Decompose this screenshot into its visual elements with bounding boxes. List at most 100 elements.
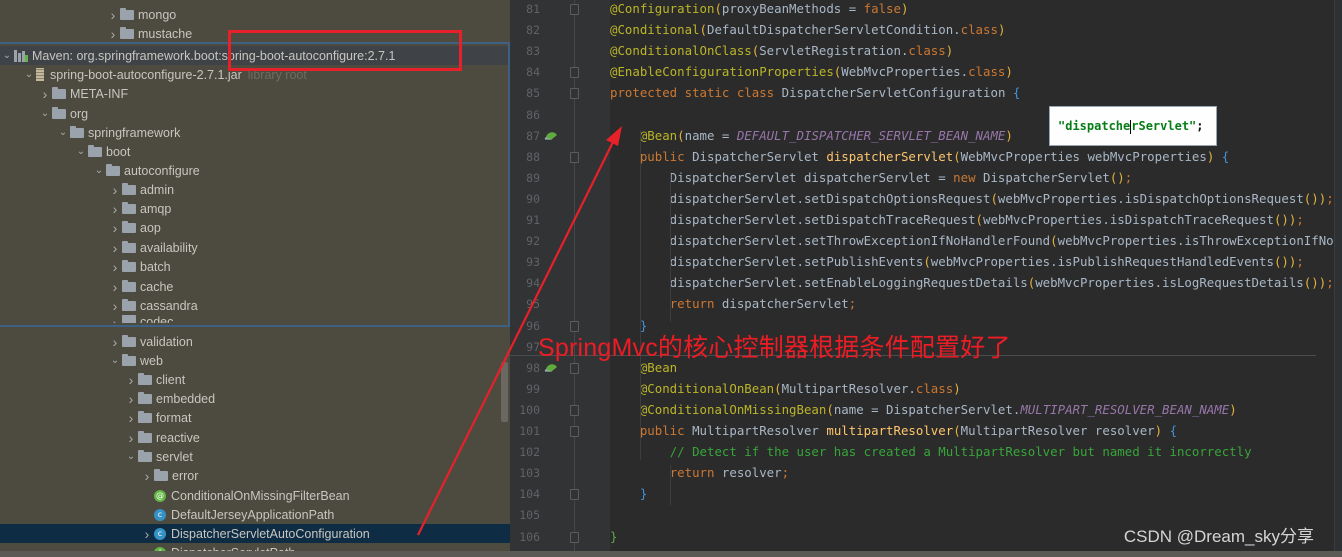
- code-line[interactable]: dispatcherServlet.setDispatchTraceReques…: [610, 209, 1304, 230]
- chevron-right-icon[interactable]: ›: [124, 410, 138, 426]
- tree-item[interactable]: › cache: [0, 277, 510, 296]
- chevron-right-icon[interactable]: ›: [38, 86, 52, 102]
- tree-item[interactable]: › client: [0, 370, 510, 389]
- code-line[interactable]: @ConditionalOnMissingBean(name = Dispatc…: [610, 399, 1237, 420]
- tree-item[interactable]: › amqp: [0, 199, 510, 218]
- tree-item-label: embedded: [156, 391, 216, 406]
- chevron-right-icon[interactable]: ›: [108, 240, 122, 256]
- code-line[interactable]: dispatcherServlet.setPublishEvents(webMv…: [610, 251, 1304, 272]
- code-line[interactable]: dispatcherServlet.setEnableLoggingReques…: [610, 272, 1334, 293]
- chevron-right-icon[interactable]: ›: [106, 26, 120, 42]
- tree-item[interactable]: › reactive: [0, 428, 510, 447]
- indent-guide: [640, 130, 641, 460]
- chevron-right-icon[interactable]: ›: [124, 391, 138, 407]
- code-line[interactable]: @EnableConfigurationProperties(WebMvcPro…: [610, 61, 1013, 82]
- chevron-right-icon[interactable]: ›: [108, 334, 122, 350]
- editor-scrollbar[interactable]: [1334, 0, 1342, 557]
- chevron-right-icon[interactable]: ›: [140, 526, 154, 542]
- tree-item[interactable]: › batch: [0, 257, 510, 276]
- code-line[interactable]: return dispatcherServlet;: [610, 293, 857, 314]
- tree-item[interactable]: ⌄ boot: [0, 142, 510, 161]
- code-line[interactable]: }: [610, 526, 617, 547]
- chevron-down-icon[interactable]: ⌄: [124, 451, 138, 462]
- code-line[interactable]: // Detect if the user has created a Mult…: [610, 441, 1252, 462]
- tree-item[interactable]: › codec: [0, 315, 510, 323]
- tree-item[interactable]: › c DispatcherServletAutoConfiguration: [0, 524, 510, 543]
- tree-item[interactable]: ⌄ springframework: [0, 123, 510, 142]
- line-number: 95: [526, 297, 540, 312]
- folder-icon: [52, 106, 66, 119]
- tree-item[interactable]: ⌄ servlet: [0, 447, 510, 466]
- fold-marker-icon[interactable]: [570, 404, 579, 416]
- code-line[interactable]: public DispatcherServlet dispatcherServl…: [610, 146, 1229, 167]
- code-line[interactable]: dispatcherServlet.setDispatchOptionsRequ…: [610, 188, 1334, 209]
- tree-item[interactable]: › mongo: [0, 5, 510, 24]
- code-line[interactable]: @ConditionalOnBean(MultipartResolver.cla…: [610, 378, 961, 399]
- line-number: 101: [519, 424, 540, 438]
- tree-item[interactable]: › format: [0, 408, 510, 427]
- chevron-down-icon[interactable]: ⌄: [108, 355, 122, 366]
- tree-scrollbar[interactable]: [501, 362, 508, 422]
- tree-item[interactable]: › aop: [0, 218, 510, 237]
- tree-item[interactable]: › availability: [0, 238, 510, 257]
- tree-item[interactable]: › admin: [0, 180, 510, 199]
- code-line[interactable]: }: [610, 483, 647, 504]
- line-number: 82: [526, 23, 540, 38]
- fold-marker-icon[interactable]: [570, 67, 579, 79]
- code-line[interactable]: protected static class DispatcherServlet…: [610, 82, 1020, 103]
- chevron-right-icon[interactable]: ›: [108, 298, 122, 314]
- tree-item[interactable]: c DefaultJerseyApplicationPath: [0, 505, 510, 524]
- code-editor[interactable]: 81 82 83 84 85 86 87 88 89 90 91 92 93 94 95 96 97 98 99 10…: [510, 0, 1342, 557]
- fold-marker-icon[interactable]: [570, 4, 579, 15]
- fold-marker-icon[interactable]: [570, 489, 579, 501]
- chevron-right-icon[interactable]: ›: [108, 315, 122, 323]
- chevron-down-icon[interactable]: ⌄: [22, 69, 36, 80]
- chevron-right-icon[interactable]: ›: [108, 182, 122, 198]
- code-line[interactable]: dispatcherServlet.setThrowExceptionIfNoH…: [610, 230, 1342, 251]
- fold-marker-icon[interactable]: [570, 531, 579, 543]
- chevron-right-icon[interactable]: ›: [124, 372, 138, 388]
- code-line[interactable]: DispatcherServlet dispatcherServlet = ne…: [610, 167, 1133, 188]
- folder-icon: [122, 279, 136, 292]
- code-line[interactable]: @Bean(name = DEFAULT_DISPATCHER_SERVLET_…: [610, 125, 1013, 146]
- chevron-down-icon[interactable]: ⌄: [74, 146, 88, 157]
- code-line[interactable]: @ConditionalOnClass(ServletRegistration.…: [610, 40, 953, 61]
- fold-marker-icon[interactable]: [570, 426, 579, 437]
- folder-icon: [52, 86, 66, 99]
- chevron-right-icon[interactable]: ›: [108, 220, 122, 236]
- chevron-down-icon[interactable]: ⌄: [92, 165, 106, 176]
- code-line[interactable]: public MultipartResolver multipartResolv…: [610, 420, 1177, 441]
- spring-bean-icon[interactable]: [544, 130, 558, 142]
- chevron-down-icon[interactable]: ⌄: [56, 127, 70, 138]
- fold-marker-icon[interactable]: [570, 151, 579, 163]
- code-line[interactable]: return resolver;: [610, 462, 789, 483]
- chevron-right-icon[interactable]: ›: [108, 279, 122, 295]
- folder-icon: [120, 26, 134, 39]
- tree-item[interactable]: ⌄ org: [0, 104, 510, 123]
- chevron-right-icon[interactable]: ›: [106, 7, 120, 23]
- fold-marker-icon[interactable]: [570, 88, 579, 100]
- tree-item[interactable]: ⌄ autoconfigure: [0, 161, 510, 180]
- popup-value-pre: "dispatche: [1058, 119, 1131, 133]
- tree-item[interactable]: › error: [0, 466, 510, 485]
- tree-item-label: aop: [140, 220, 161, 235]
- line-number: 93: [526, 255, 540, 270]
- line-number: 98: [526, 360, 540, 375]
- tree-item[interactable]: › META-INF: [0, 84, 510, 103]
- code-line[interactable]: @Configuration(proxyBeanMethods = false): [610, 0, 908, 19]
- fold-marker-icon[interactable]: [570, 362, 579, 374]
- tree-item[interactable]: › embedded: [0, 389, 510, 408]
- line-number: 102: [519, 445, 540, 460]
- chevron-down-icon[interactable]: ⌄: [0, 50, 14, 61]
- chevron-right-icon[interactable]: ›: [108, 201, 122, 217]
- chevron-right-icon[interactable]: ›: [124, 430, 138, 446]
- chevron-right-icon[interactable]: ›: [108, 259, 122, 275]
- tree-item[interactable]: › cassandra: [0, 296, 510, 315]
- tree-item[interactable]: @ ConditionalOnMissingFilterBean: [0, 486, 510, 505]
- chevron-right-icon[interactable]: ›: [140, 468, 154, 484]
- chevron-down-icon[interactable]: ⌄: [38, 108, 52, 119]
- tree-item[interactable]: › validation: [0, 332, 510, 351]
- panel-border: [0, 325, 510, 327]
- code-line[interactable]: @Conditional(DefaultDispatcherServletCon…: [610, 19, 1005, 40]
- tree-item[interactable]: ⌄ web: [0, 351, 510, 370]
